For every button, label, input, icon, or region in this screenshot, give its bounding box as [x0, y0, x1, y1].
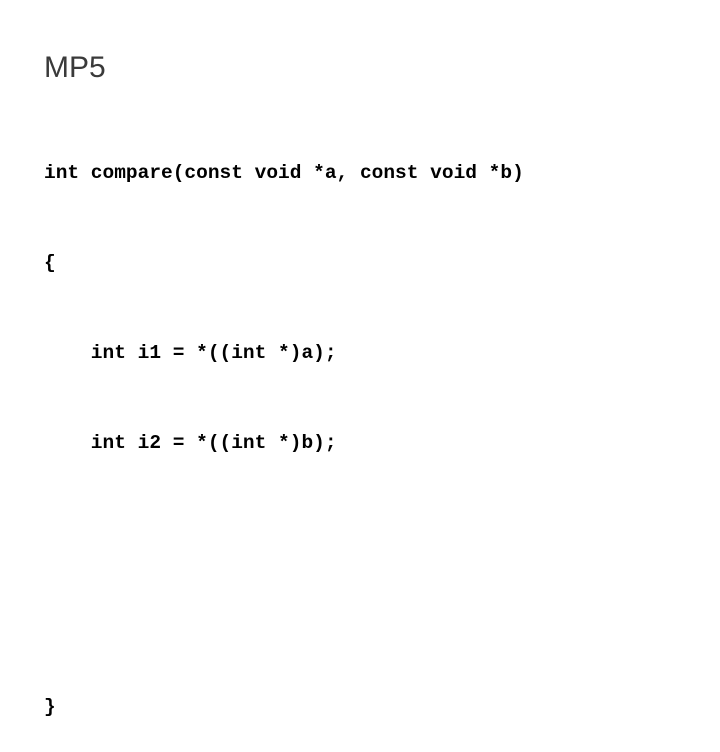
code-line: } — [44, 696, 56, 718]
code-line: int i1 = *((int *)a); — [44, 342, 337, 364]
code-line: int i2 = *((int *)b); — [44, 432, 337, 454]
code-line: { — [44, 252, 56, 274]
code-block: int compare(const void *a, const void *b… — [44, 98, 524, 752]
slide-title: MP5 — [44, 51, 106, 84]
code-line: int compare(const void *a, const void *b… — [44, 162, 524, 184]
